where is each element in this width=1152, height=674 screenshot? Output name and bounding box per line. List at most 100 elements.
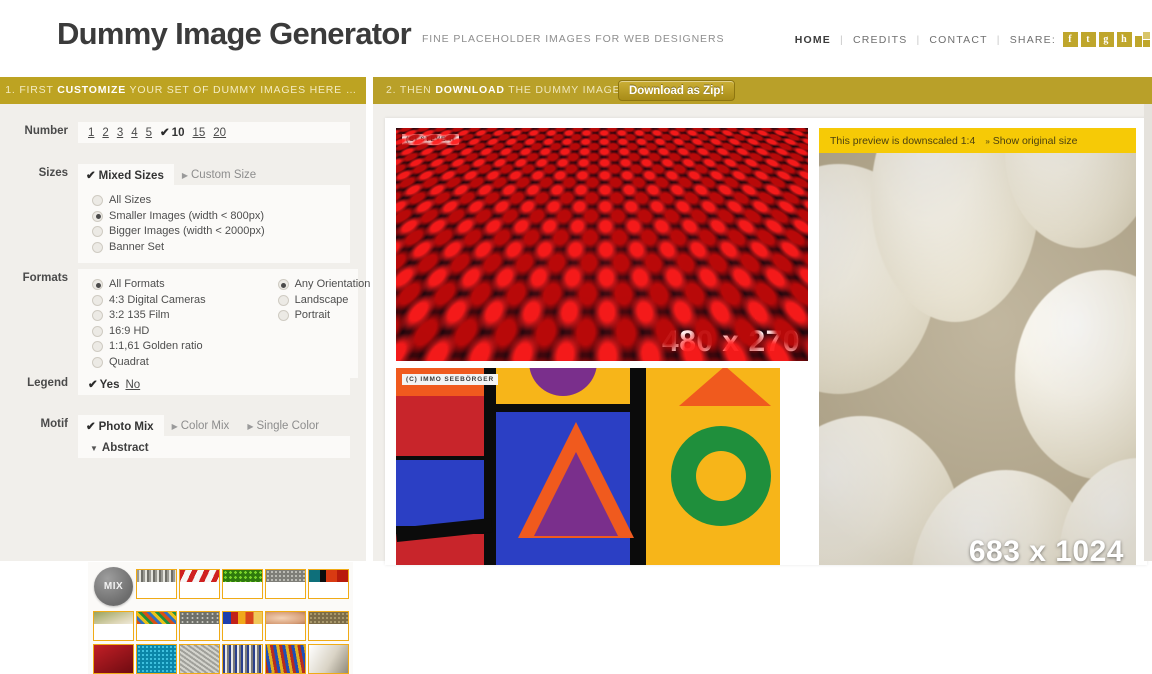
chevron-right-icon: ▶ bbox=[247, 422, 254, 431]
radio-16-9-hd[interactable]: 16:9 HD bbox=[92, 324, 206, 340]
legend-label: Legend bbox=[27, 377, 68, 389]
tab-single-color[interactable]: ▶ Single Color bbox=[239, 416, 329, 436]
formats-field: All Formats 4:3 Digital Cameras 3:2 135 … bbox=[78, 269, 370, 378]
tab-mixed-sizes[interactable]: ✔ Mixed Sizes bbox=[78, 164, 174, 186]
radio-bigger-images-label: Bigger Images (width < 2000px) bbox=[109, 225, 265, 237]
motif-group-abstract[interactable]: ▼ Abstract bbox=[78, 436, 350, 458]
radio-icon bbox=[277, 310, 289, 322]
radio-any-orientation[interactable]: Any Orientation bbox=[277, 277, 370, 293]
number-option-1[interactable]: 1 bbox=[88, 127, 94, 139]
tab-single-color-label: Single Color bbox=[256, 420, 320, 432]
image-credit: (C) STEVE-H bbox=[402, 134, 459, 145]
radio-golden-ratio-label: 1:1,61 Golden ratio bbox=[109, 340, 203, 352]
step-1-prefix: 1. First bbox=[5, 84, 58, 96]
thumb-grey-rough[interactable] bbox=[179, 644, 220, 674]
preview-image-red-dot-matrix[interactable]: (C) STEVE-H 480 x 270 bbox=[396, 128, 808, 361]
twitter-icon[interactable]: t bbox=[1081, 32, 1096, 47]
radio-4-3-digital-cameras[interactable]: 4:3 Digital Cameras bbox=[92, 293, 206, 309]
radio-all-sizes[interactable]: All Sizes bbox=[92, 193, 265, 209]
facebook-icon[interactable]: f bbox=[1063, 32, 1078, 47]
radio-portrait[interactable]: Portrait bbox=[277, 308, 371, 324]
more-share-icon[interactable] bbox=[1135, 32, 1150, 47]
thumb-confetti[interactable] bbox=[136, 611, 177, 641]
show-original-size-link[interactable]: » Show original size bbox=[985, 135, 1077, 147]
thumb-cyan-water[interactable] bbox=[136, 644, 177, 674]
thumb-red-white-swirl[interactable] bbox=[179, 569, 220, 599]
googleplus-icon[interactable]: g bbox=[1099, 32, 1114, 47]
formats-row: Formats All Formats 4:3 Digital Cameras … bbox=[0, 269, 370, 378]
number-option-5[interactable]: 5 bbox=[146, 127, 152, 139]
motif-row: Motif ✔ Photo Mix ▶ Color Mix ▶ Single Colo… bbox=[0, 415, 366, 437]
sizes-radio-col: All Sizes Smaller Images (width < 800px)… bbox=[78, 193, 265, 255]
preview-image-geometric-painting[interactable]: (C) IMMO SEEBÖRGER bbox=[396, 368, 780, 565]
preview-image-eggs[interactable]: 683 x 1024 bbox=[819, 128, 1136, 565]
radio-smaller-images[interactable]: Smaller Images (width < 800px) bbox=[92, 209, 265, 225]
motif-group-abstract-label: Abstract bbox=[101, 442, 149, 454]
thumb-pencils[interactable] bbox=[265, 644, 306, 674]
number-option-3[interactable]: 3 bbox=[117, 127, 123, 139]
radio-banner-set-label: Banner Set bbox=[109, 240, 165, 253]
motif-group-row: ▼ Abstract bbox=[0, 436, 366, 458]
nav-contact[interactable]: Contact bbox=[920, 34, 996, 46]
motif-tabs: ✔ Photo Mix ▶ Color Mix ▶ Single Color bbox=[78, 415, 350, 437]
number-label: Number bbox=[24, 125, 68, 137]
number-option-4[interactable]: 4 bbox=[131, 127, 137, 139]
share-label: Share: bbox=[1009, 33, 1056, 46]
motif-group-field: ▼ Abstract bbox=[78, 436, 350, 458]
chevron-right-icon: ▶ bbox=[171, 422, 178, 431]
vertical-scrollbar[interactable] bbox=[1144, 104, 1152, 561]
thumb-grey-texture[interactable] bbox=[136, 569, 177, 599]
radio-icon bbox=[92, 241, 103, 253]
number-option-20[interactable]: 20 bbox=[213, 127, 226, 139]
thumb-grey-mesh[interactable] bbox=[265, 569, 306, 599]
tab-custom-size[interactable]: ▶ Custom Size bbox=[174, 165, 266, 185]
thumb-olive-grass[interactable] bbox=[93, 611, 134, 641]
thumb-green-dots[interactable] bbox=[222, 569, 263, 599]
thumb-stone-grey[interactable] bbox=[179, 611, 220, 641]
page-header: Dummy Image Generator Fine placeholder i… bbox=[0, 0, 1152, 75]
thumb-teal-red[interactable] bbox=[308, 569, 349, 599]
number-option-15[interactable]: 15 bbox=[192, 127, 205, 139]
check-icon: ✔ bbox=[160, 127, 170, 139]
radio-all-formats[interactable]: All Formats bbox=[92, 277, 206, 293]
legend-no[interactable]: No bbox=[125, 379, 140, 391]
thumb-color-blocks[interactable] bbox=[222, 611, 263, 641]
preview-downscale-note: This preview is downscaled 1:4 » Show ori… bbox=[819, 128, 1136, 153]
radio-icon bbox=[92, 226, 103, 238]
radio-golden-ratio[interactable]: 1:1,61 Golden ratio bbox=[92, 339, 206, 355]
number-option-10-selected[interactable]: 10 bbox=[172, 127, 185, 139]
thumb-stripes[interactable] bbox=[222, 644, 263, 674]
number-options: 1 2 3 4 5 ✔ 10 15 20 bbox=[78, 122, 350, 142]
radio-banner-set[interactable]: Banner Set bbox=[92, 240, 265, 256]
sizes-options-row: All Sizes Smaller Images (width < 800px)… bbox=[0, 185, 366, 263]
preview-card: (C) STEVE-H 480 x 270 (C) IMMO SEEBÖRGER… bbox=[385, 118, 1147, 565]
pinterest-icon[interactable]: h bbox=[1117, 32, 1132, 47]
legend-options: ✔ Yes No bbox=[78, 374, 350, 394]
brand: Dummy Image Generator Fine placeholder i… bbox=[57, 16, 724, 52]
download-as-zip-button[interactable]: Download as Zip! bbox=[618, 80, 736, 101]
sizes-label: Sizes bbox=[38, 167, 68, 179]
number-option-2[interactable]: 2 bbox=[102, 127, 108, 139]
radio-icon-selected bbox=[92, 210, 103, 222]
radio-4-3-label: 4:3 Digital Cameras bbox=[109, 293, 206, 306]
nav-credits[interactable]: Credits bbox=[844, 34, 917, 46]
radio-bigger-images[interactable]: Bigger Images (width < 2000px) bbox=[92, 224, 265, 240]
legend-yes[interactable]: Yes bbox=[100, 379, 120, 391]
mix-button[interactable]: MIX bbox=[94, 567, 133, 606]
radio-3-2-135-film[interactable]: 3:2 135 Film bbox=[92, 308, 206, 324]
radio-icon bbox=[92, 294, 103, 306]
tab-photo-mix[interactable]: ✔ Photo Mix bbox=[78, 415, 164, 437]
thumb-white-silk[interactable] bbox=[308, 644, 349, 674]
radio-3-2-label: 3:2 135 Film bbox=[109, 309, 170, 321]
tab-color-mix[interactable]: ▶ Color Mix bbox=[164, 416, 240, 436]
image-shading bbox=[819, 128, 1136, 565]
thumb-bronze-dots[interactable] bbox=[308, 611, 349, 641]
radio-quadrat-label: Quadrat bbox=[109, 355, 149, 368]
radio-16-9-label: 16:9 HD bbox=[109, 324, 150, 337]
nav-home[interactable]: Home bbox=[786, 34, 840, 46]
thumb-skin-macro[interactable] bbox=[265, 611, 306, 641]
radio-quadrat[interactable]: Quadrat bbox=[92, 355, 206, 371]
thumb-dark-red[interactable] bbox=[93, 644, 134, 674]
radio-landscape[interactable]: Landscape bbox=[277, 293, 371, 309]
